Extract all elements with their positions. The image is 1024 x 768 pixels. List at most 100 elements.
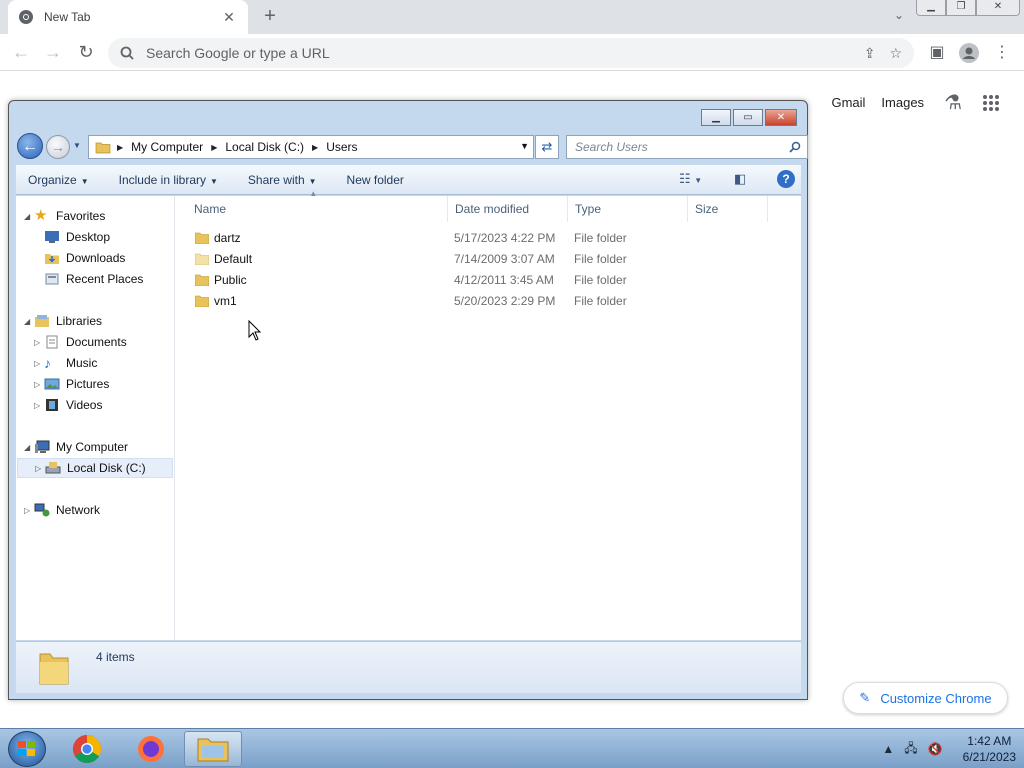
explorer-search-input[interactable]: Search Users: [566, 135, 808, 159]
new-folder-button[interactable]: New folder: [347, 173, 404, 187]
column-header-date[interactable]: Date modified: [448, 196, 568, 222]
command-bar: Organize ▼ Include in library ▼ Share with…: [16, 165, 801, 195]
network-tray-icon[interactable]: 🖧: [904, 739, 917, 760]
chrome-menu-icon[interactable]: ⋮: [992, 40, 1012, 66]
explorer-folder-icon: [197, 738, 229, 762]
gmail-link[interactable]: Gmail: [831, 95, 865, 110]
clock-time: 1:42 AM: [967, 734, 1012, 748]
tab-title: New Tab: [44, 10, 91, 24]
explorer-back-icon[interactable]: ←: [17, 133, 43, 159]
side-panel-icon[interactable]: ▣: [926, 40, 948, 66]
share-with-menu[interactable]: Share with ▼: [248, 173, 317, 187]
nav-desktop[interactable]: Desktop: [44, 227, 110, 247]
tab-new-tab[interactable]: New Tab ✕: [8, 0, 248, 34]
pictures-icon: [44, 378, 60, 390]
collapse-arrow-icon[interactable]: ◢: [24, 212, 34, 221]
file-name: Default: [214, 252, 253, 266]
omnibox-placeholder: Search Google or type a URL: [146, 45, 330, 61]
computer-icon: [35, 440, 50, 453]
breadcrumb-local-disk[interactable]: Local Disk (C:): [225, 140, 304, 154]
help-icon[interactable]: ?: [777, 170, 795, 188]
expand-arrow-icon[interactable]: ▷: [35, 464, 45, 473]
address-bar[interactable]: ▶ My Computer ▶ Local Disk (C:) ▶ Users …: [88, 135, 534, 159]
expand-arrow-icon[interactable]: ▷: [34, 401, 44, 410]
show-hidden-icons-icon[interactable]: ▲: [882, 742, 894, 756]
nav-favorites[interactable]: ◢ ★ Favorites: [24, 206, 105, 226]
expand-arrow-icon[interactable]: ▷: [34, 359, 44, 368]
chrome-tab-strip: New Tab ✕ + ⌄ ▁ ❐ ✕: [0, 0, 1024, 34]
apps-grid-icon[interactable]: [982, 91, 1000, 114]
customize-chrome-button[interactable]: ✎ Customize Chrome: [843, 682, 1008, 714]
column-header-name[interactable]: Name: [187, 196, 448, 222]
collapse-arrow-icon[interactable]: ◢: [24, 317, 34, 326]
explorer-window: ▁ ▭ ✕ ← → ▼ ▶ My Computer ▶ Local Disk (…: [8, 100, 808, 700]
windows-taskbar: ▲ 🖧 🔇 1:42 AM 6/21/2023: [0, 728, 1024, 768]
navigation-pane: ◢ ★ Favorites Desktop Downloads Recent P…: [16, 196, 175, 640]
explorer-forward-icon[interactable]: →: [46, 135, 70, 159]
view-options-icon[interactable]: ☷ ▼: [679, 171, 702, 187]
omnibox[interactable]: Search Google or type a URL ⇪ ☆: [108, 38, 914, 68]
expand-arrow-icon[interactable]: ▷: [34, 380, 44, 389]
column-header-type[interactable]: Type: [568, 196, 688, 222]
expand-arrow-icon[interactable]: ▷: [34, 338, 44, 347]
table-row[interactable]: Default 7/14/2009 3:07 AM File folder: [175, 249, 765, 270]
taskbar-chrome[interactable]: [58, 731, 116, 767]
refresh-icon[interactable]: ⇄: [535, 135, 559, 159]
images-link[interactable]: Images: [881, 95, 924, 110]
nav-downloads[interactable]: Downloads: [44, 248, 125, 268]
breadcrumb-separator-icon[interactable]: ▶: [117, 143, 123, 152]
music-note-icon: ♪: [44, 355, 51, 371]
start-button[interactable]: [8, 731, 46, 767]
file-date: 5/20/2023 2:29 PM: [454, 294, 556, 308]
table-row[interactable]: vm1 5/20/2023 2:29 PM File folder: [175, 291, 765, 312]
collapse-arrow-icon[interactable]: ◢: [24, 443, 34, 452]
breadcrumb-separator-icon[interactable]: ▶: [312, 143, 318, 152]
explorer-body: ◢ ★ Favorites Desktop Downloads Recent P…: [16, 188, 801, 640]
labs-flask-icon[interactable]: ⚗: [944, 90, 962, 115]
chrome-logo-icon: [73, 735, 101, 763]
explorer-maximize-button[interactable]: ▭: [733, 109, 763, 126]
new-tab-button[interactable]: +: [258, 6, 282, 28]
include-in-library-menu[interactable]: Include in library ▼: [119, 173, 218, 187]
nav-pictures[interactable]: ▷ Pictures: [34, 374, 109, 394]
address-dropdown-icon[interactable]: ▼: [520, 141, 529, 151]
breadcrumb-my-computer[interactable]: My Computer: [131, 140, 203, 154]
file-name: vm1: [214, 294, 237, 308]
folder-icon: [195, 253, 209, 265]
nav-my-computer[interactable]: ◢ My Computer: [24, 437, 128, 457]
reload-icon[interactable]: ↻: [73, 40, 99, 66]
taskbar-explorer[interactable]: [184, 731, 242, 767]
table-row[interactable]: Public 4/12/2011 3:45 AM File folder: [175, 270, 765, 291]
tab-close-icon[interactable]: ✕: [220, 9, 238, 26]
explorer-minimize-button[interactable]: ▁: [701, 109, 731, 126]
nav-videos[interactable]: ▷ Videos: [34, 395, 102, 415]
local-disk-icon: [45, 462, 61, 474]
forward-arrow-icon[interactable]: →: [40, 40, 66, 66]
organize-menu[interactable]: Organize ▼: [28, 173, 89, 187]
recent-pages-dropdown-icon[interactable]: ▼: [73, 141, 81, 150]
column-header-size[interactable]: Size: [688, 196, 768, 222]
minimize-button[interactable]: ▁: [916, 0, 946, 16]
nav-libraries[interactable]: ◢ Libraries: [24, 311, 102, 331]
expand-arrow-icon[interactable]: ▷: [24, 506, 34, 515]
back-arrow-icon[interactable]: ←: [8, 40, 34, 66]
bookmark-star-icon[interactable]: ☆: [889, 45, 902, 62]
table-row[interactable]: dartz 5/17/2023 4:22 PM File folder: [175, 228, 765, 249]
preview-pane-icon[interactable]: ◧: [734, 171, 746, 187]
volume-muted-icon[interactable]: 🔇: [928, 742, 943, 756]
restore-button[interactable]: ❐: [946, 0, 976, 16]
profile-avatar-icon[interactable]: [958, 40, 980, 66]
share-icon[interactable]: ⇪: [864, 45, 876, 62]
close-window-button[interactable]: ✕: [976, 0, 1020, 16]
nav-recent-places[interactable]: Recent Places: [44, 269, 143, 289]
nav-local-disk[interactable]: ▷ Local Disk (C:): [17, 458, 173, 478]
breadcrumb-separator-icon[interactable]: ▶: [211, 143, 217, 152]
taskbar-firefox[interactable]: [122, 731, 180, 767]
nav-music[interactable]: ▷ ♪ Music: [34, 353, 97, 373]
explorer-close-button[interactable]: ✕: [765, 109, 797, 126]
breadcrumb-users[interactable]: Users: [326, 140, 357, 154]
nav-network[interactable]: ▷ Network: [24, 500, 100, 520]
nav-documents[interactable]: ▷ Documents: [34, 332, 127, 352]
tab-search-icon[interactable]: ⌄: [894, 8, 904, 22]
clock[interactable]: 1:42 AM 6/21/2023: [963, 733, 1016, 765]
